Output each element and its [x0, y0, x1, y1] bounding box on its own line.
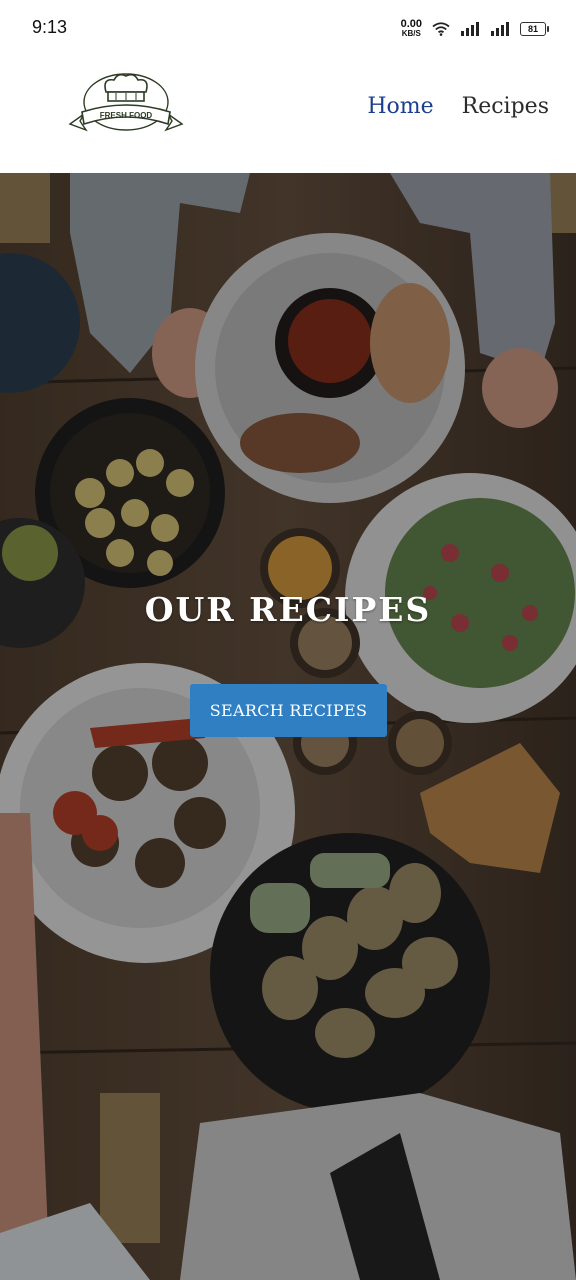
status-icons: 0.00 KB/S 81 — [400, 16, 549, 42]
signal-icon — [461, 22, 479, 36]
battery-level: 81 — [527, 24, 538, 34]
fresh-food-logo[interactable]: FRESH FOOD — [64, 66, 188, 142]
search-recipes-button[interactable]: SEARCH RECIPES — [190, 684, 387, 737]
nav-home[interactable]: Home — [367, 94, 433, 119]
hero-title: OUR RECIPES — [144, 590, 432, 629]
logo-text: FRESH FOOD — [100, 111, 153, 120]
hero-section: OUR RECIPES SEARCH RECIPES — [0, 173, 576, 1280]
net-speed: 0.00 KB/S — [400, 18, 422, 39]
status-bar: 9:13 0.00 KB/S 81 — [0, 0, 576, 56]
net-speed-unit: KB/S — [401, 29, 421, 38]
site-header: FRESH FOOD Home Recipes — [0, 56, 576, 173]
battery-icon: 81 — [520, 22, 549, 36]
wifi-icon — [432, 22, 450, 36]
net-speed-value: 0.00 — [400, 18, 422, 30]
signal-icon — [491, 22, 509, 36]
status-time: 9:13 — [32, 17, 68, 37]
main-nav: Home Recipes — [367, 94, 549, 119]
nav-recipes[interactable]: Recipes — [462, 94, 549, 119]
